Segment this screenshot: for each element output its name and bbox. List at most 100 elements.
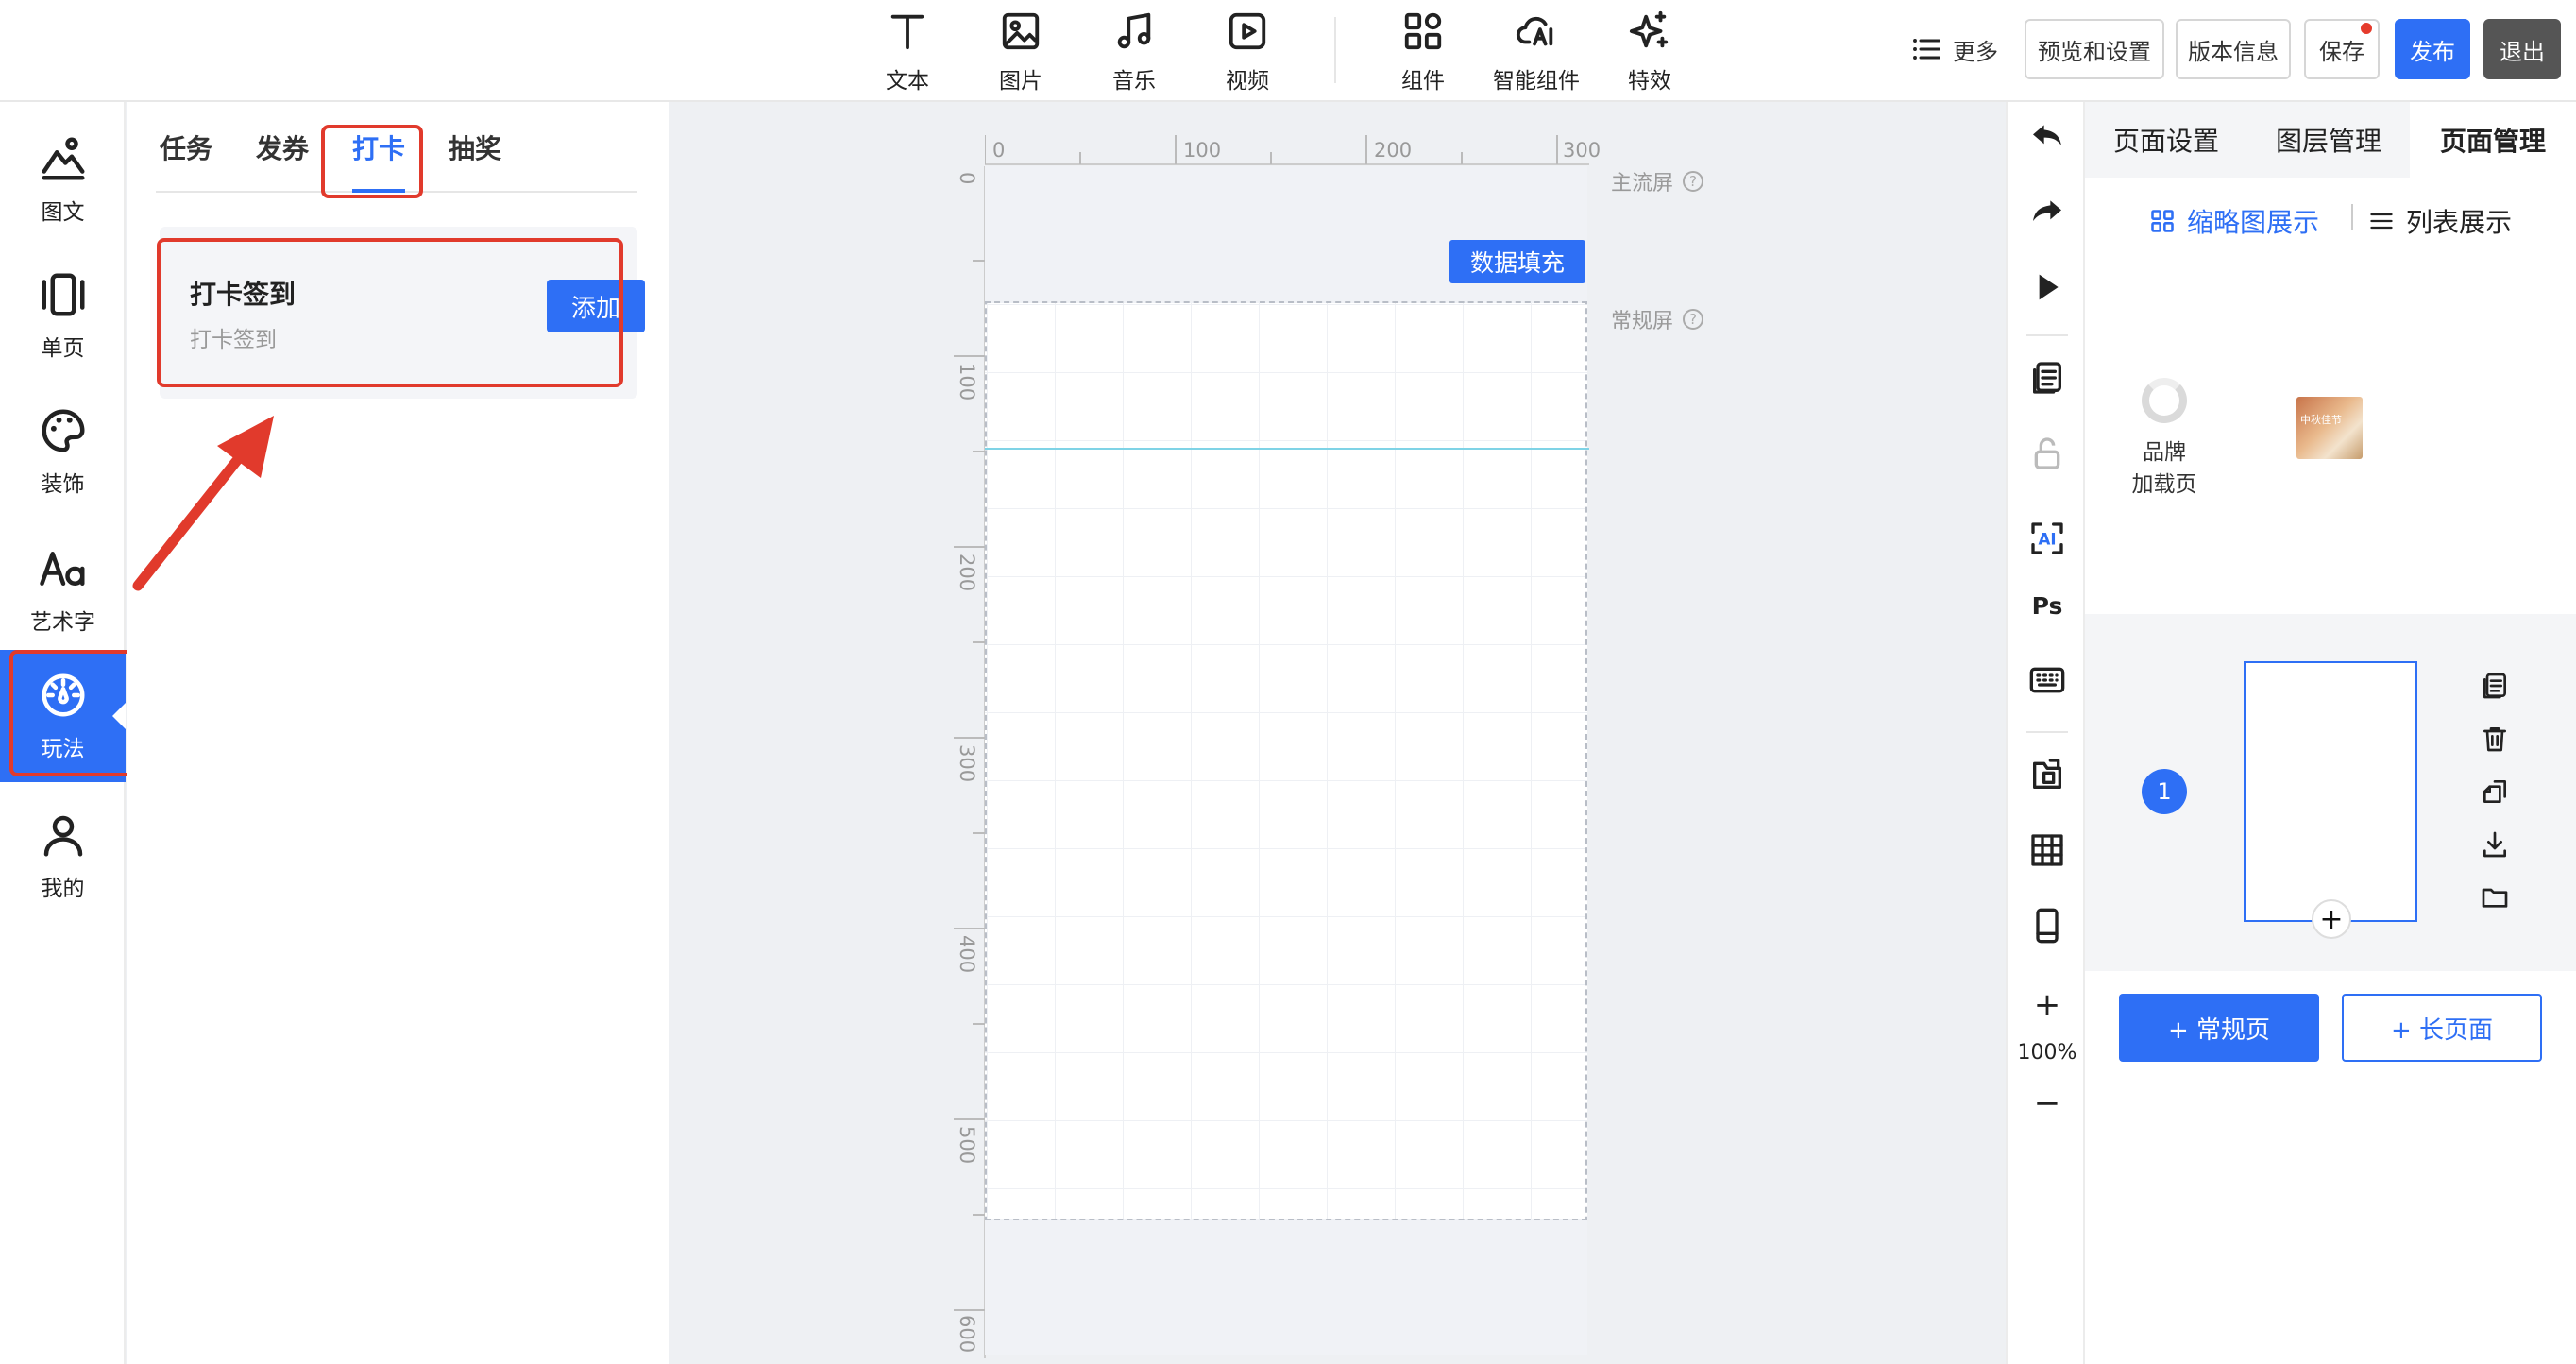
nav-decoration[interactable]: 装饰: [0, 385, 126, 518]
tool-text-label: 文本: [886, 69, 929, 94]
page-thumbnail[interactable]: [2244, 661, 2417, 922]
tool-video[interactable]: 视频: [1195, 9, 1299, 94]
tool-component[interactable]: 组件: [1371, 9, 1475, 94]
copy-page-action[interactable]: [2478, 669, 2512, 703]
keyboard-icon: [2029, 667, 2065, 693]
brand-loading-label-2: 加载页: [2131, 472, 2197, 497]
undo-button[interactable]: [2026, 115, 2068, 157]
zoom-out-button[interactable]: −: [2008, 1084, 2087, 1122]
main-screen-text: 主流屏: [1611, 172, 1674, 196]
list-view-toggle[interactable]: 列表展示: [2368, 202, 2512, 240]
nav-art-text[interactable]: 艺术字: [0, 523, 126, 656]
zoom-level: 100%: [2017, 1041, 2077, 1065]
version-info-button[interactable]: 版本信息: [2176, 19, 2291, 79]
lock-button[interactable]: [2026, 433, 2068, 474]
tool-effects[interactable]: 特效: [1598, 9, 1702, 94]
play-icon: [2039, 274, 2059, 300]
cover-thumbnail[interactable]: 中秋佳节: [2296, 397, 2363, 459]
right-panel-tabs: 页面设置 图层管理 页面管理: [2085, 102, 2576, 178]
brand-loading-page[interactable]: 品牌 加载页: [2113, 378, 2215, 501]
nav-graphic-text[interactable]: 图文: [0, 113, 126, 246]
nav-decoration-label: 装饰: [41, 472, 85, 497]
duplicate-icon: [2483, 780, 2506, 803]
tool-smart-component[interactable]: 智能组件: [1484, 9, 1588, 94]
tab-coupon[interactable]: 发券: [256, 128, 309, 166]
copy-page-button[interactable]: [2026, 357, 2068, 399]
design-page[interactable]: [985, 166, 1587, 1355]
tab-lottery[interactable]: 抽奖: [449, 128, 501, 166]
ai-icon: AI: [2031, 522, 2063, 554]
ai-button[interactable]: AI: [2026, 518, 2068, 559]
ruler-h-0: 0: [992, 139, 1006, 162]
list-lines-icon: [2370, 213, 2393, 230]
download-page-action[interactable]: [2478, 827, 2512, 861]
sparkle-icon: [1629, 10, 1669, 48]
publish-button[interactable]: 发布: [2395, 19, 2470, 79]
redo-icon: [2033, 200, 2061, 221]
brand-loading-label-1: 品牌: [2143, 440, 2186, 465]
thumbnail-grid-icon: [2151, 210, 2174, 232]
tab-task[interactable]: 任务: [160, 128, 212, 166]
add-long-page-button[interactable]: + 长页面: [2342, 994, 2542, 1062]
device-button[interactable]: [2026, 905, 2068, 946]
ps-button[interactable]: Ps: [2026, 584, 2068, 625]
highlight-checkin-card: [157, 238, 623, 387]
download-icon: [2483, 831, 2506, 858]
ps-icon: Ps: [2032, 592, 2063, 620]
add-normal-page-button[interactable]: + 常规页: [2119, 994, 2319, 1062]
insert-page-button[interactable]: +: [2312, 899, 2351, 939]
ai-cloud-icon: [1516, 16, 1553, 46]
vertical-ruler: 0 100 200 300 400 500 600: [950, 166, 986, 1358]
tool-image[interactable]: 图片: [969, 9, 1073, 94]
folder-page-action[interactable]: [2478, 880, 2512, 914]
nav-mine[interactable]: 我的: [0, 790, 126, 922]
annotation-arrow-icon: [132, 416, 274, 591]
keyboard-button[interactable]: [2026, 659, 2068, 701]
normal-screen-label: 常规屏 ?: [1611, 304, 1704, 334]
page-swap-icon: [2033, 759, 2061, 789]
data-fill-button[interactable]: 数据填充: [1449, 240, 1585, 283]
unlock-icon: [2034, 437, 2060, 469]
toolbar-divider: [1334, 17, 1336, 83]
tool-component-label: 组件: [1401, 69, 1445, 94]
ruler-v-500: 500: [956, 1126, 978, 1165]
nav-single-page[interactable]: 单页: [0, 249, 126, 382]
grid-button[interactable]: [2026, 829, 2068, 871]
play-button[interactable]: [2026, 266, 2068, 308]
exit-button[interactable]: 退出: [2483, 19, 2561, 79]
horizontal-ruler: 0 100 200 300: [985, 135, 1601, 165]
unsaved-dot: [2361, 23, 2372, 34]
tab-layer-management[interactable]: 图层管理: [2247, 102, 2410, 178]
main-screen-label: 主流屏 ?: [1611, 166, 1704, 196]
more-menu[interactable]: 更多: [1909, 30, 1998, 68]
redo-button[interactable]: [2026, 191, 2068, 232]
tab-page-management[interactable]: 页面管理: [2410, 102, 2576, 178]
ruler-v-0: 0: [956, 172, 978, 185]
replace-page-button[interactable]: [2026, 754, 2068, 795]
text-icon: [890, 14, 924, 50]
folder-icon: [2482, 888, 2508, 908]
tool-text[interactable]: 文本: [856, 9, 959, 94]
preview-settings-button[interactable]: 预览和设置: [2025, 19, 2164, 79]
user-icon: [43, 815, 82, 857]
mobile-icon: [2036, 908, 2059, 944]
nav-mine-label: 我的: [41, 877, 85, 901]
grid-component-icon: [1404, 12, 1442, 50]
tab-page-settings[interactable]: 页面设置: [2085, 102, 2247, 178]
duplicate-page-action[interactable]: [2478, 775, 2512, 809]
font-aa-icon: [39, 552, 84, 586]
copy-icon: [2483, 673, 2506, 699]
thumbnail-view-toggle[interactable]: 缩略图展示: [2149, 202, 2319, 240]
save-button[interactable]: 保存: [2304, 19, 2380, 79]
normal-screen-text: 常规屏: [1611, 310, 1674, 333]
help-icon[interactable]: ?: [1683, 171, 1704, 192]
delete-page-action[interactable]: [2478, 722, 2512, 756]
image-icon: [1002, 12, 1040, 50]
guide-line[interactable]: [985, 448, 1589, 450]
tool-video-label: 视频: [1226, 69, 1269, 94]
help-icon[interactable]: ?: [1683, 309, 1704, 330]
zoom-in-button[interactable]: +: [2008, 986, 2087, 1024]
tool-music[interactable]: 音乐: [1082, 9, 1186, 94]
nav-art-text-label: 艺术字: [30, 610, 95, 635]
undo-icon: [2033, 125, 2061, 145]
